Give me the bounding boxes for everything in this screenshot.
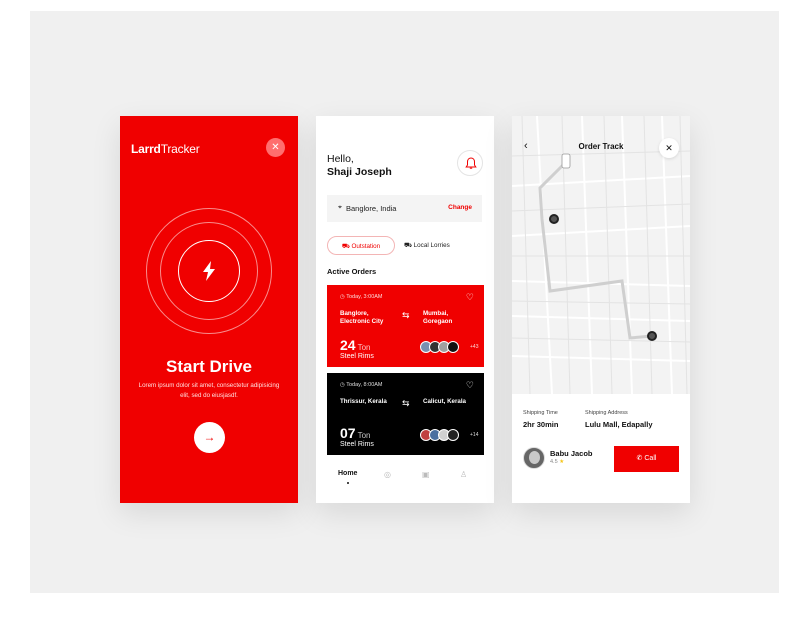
tab-local-lorries[interactable]: ⛟ Local Lorries [404,236,450,255]
showcase-background: LarrdTracker ✕ Start Drive Lorem ipsum d… [30,11,779,593]
nav-home[interactable]: Home [338,470,357,477]
bottom-nav: Home ◎ ▣ ♙ [316,464,494,503]
truck-marker [561,153,571,169]
truck-icon: ⛟ [404,242,414,249]
extra-count: +43 [470,344,479,350]
start-drive-title: Start Drive [166,357,252,376]
app-logo: LarrdTracker [131,142,200,156]
lightning-bolt-icon [203,261,215,281]
greeting: Hello, [327,153,354,165]
bell-icon [465,157,477,169]
star-icon: ★ [559,459,565,465]
map-streets [512,116,690,394]
destination-marker[interactable] [647,331,657,341]
order-destination: Calicut, Kerala [423,398,466,405]
shipping-address-label: Shipping Address [585,410,628,416]
active-orders-heading: Active Orders [327,267,377,276]
order-card[interactable]: ◷ Today, 3:00AM ♡ Banglore, Electronic C… [327,285,484,367]
order-card[interactable]: ◷ Today, 8:00AM ♡ Thrissur, Kerala ⇆ Cal… [327,373,484,455]
swap-icon: ⇆ [402,310,410,320]
close-button[interactable]: ✕ [266,138,285,157]
call-button[interactable]: ✆ Call [614,446,679,472]
notification-button[interactable] [457,150,483,176]
user-name: Shaji Joseph [327,166,392,178]
shipping-time-value: 2hr 30min [523,420,559,429]
heart-icon[interactable]: ♡ [466,380,474,391]
origin-marker[interactable] [549,214,559,224]
driver-name: Babu Jacob [550,449,593,458]
avatar [447,429,459,441]
order-track-screen: ‹ Order Track ✕ Shipping Time 2hr 30min … [512,116,690,503]
start-drive-description: Lorem ipsum dolor sit amet, consectetur … [138,382,280,399]
shipping-time-label: Shipping Time [523,410,558,416]
map[interactable] [512,116,690,394]
order-item: Steel Rims [340,441,374,448]
location-bar[interactable]: ⌖ Banglore, India Change [327,195,482,222]
driver-rating: 4.5 ★ [550,459,565,465]
active-indicator [347,482,349,484]
avatar [447,341,459,353]
swap-icon: ⇆ [402,398,410,408]
location-text: Banglore, India [346,204,397,213]
driver-avatar [523,447,545,469]
profile-icon[interactable]: ♙ [460,470,467,479]
tab-outstation[interactable]: ⛟ Outstation [327,236,395,255]
start-drive-button[interactable]: → [194,422,225,453]
order-origin: Thrissur, Kerala [340,398,387,405]
extra-count: +14 [470,432,479,438]
change-location-link[interactable]: Change [448,204,472,211]
close-button[interactable]: ✕ [659,138,679,158]
home-screen: Hello, Shaji Joseph ⌖ Banglore, India Ch… [316,116,494,503]
order-time: ◷ Today, 8:00AM [340,382,383,388]
order-time: ◷ Today, 3:00AM [340,294,383,300]
order-item: Steel Rims [340,353,374,360]
wallet-icon[interactable]: ▣ [422,470,430,479]
location-pin-icon: ⌖ [338,204,342,211]
heart-icon[interactable]: ♡ [466,292,474,303]
shipping-address-value: Lulu Mall, Edapally [585,420,653,429]
order-origin: Banglore, Electronic City [340,310,384,325]
start-drive-screen: LarrdTracker ✕ Start Drive Lorem ipsum d… [120,116,298,503]
order-destination: Mumbai, Goregaon [423,310,453,325]
location-icon[interactable]: ◎ [384,470,391,479]
